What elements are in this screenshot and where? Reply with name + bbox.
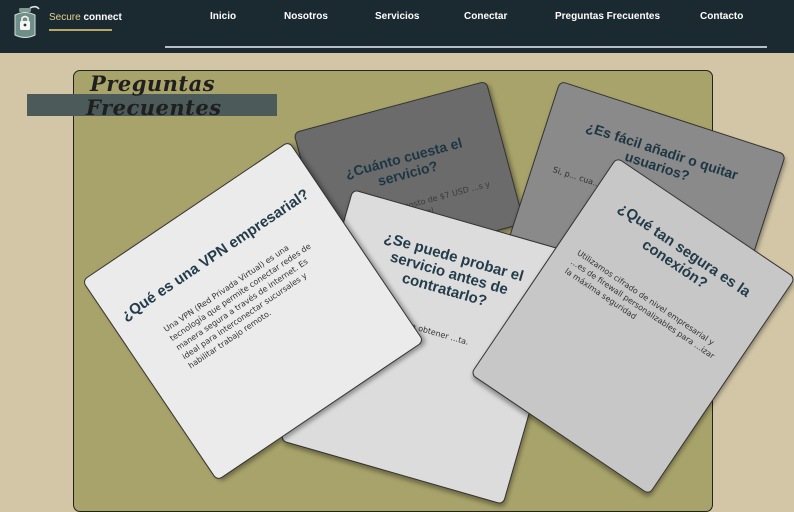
nav-link-contacto[interactable]: Contacto [700, 11, 743, 22]
brand-name-main: connect [83, 12, 122, 23]
nav-link-conectar[interactable]: Conectar [464, 11, 507, 22]
page-title: Preguntas Frecuentes [86, 72, 222, 120]
lock-jar-icon[interactable] [10, 4, 40, 40]
page-title-line1: Preguntas [90, 71, 216, 96]
nav-link-nosotros[interactable]: Nosotros [284, 11, 328, 22]
top-navbar: Secure connect Inicio Nosotros Servicios… [0, 0, 794, 53]
nav-link-servicios[interactable]: Servicios [375, 11, 419, 22]
page-title-line2: Frecuentes [86, 95, 222, 120]
brand-name-accent: Secure [49, 12, 81, 23]
nav-link-inicio[interactable]: Inicio [210, 11, 236, 22]
faq-answer: Una VPN (Red Privada Virtual) es una tec… [162, 241, 313, 371]
nav-link-preguntas-frecuentes[interactable]: Preguntas Frecuentes [555, 11, 660, 22]
nav-divider [165, 46, 767, 48]
brand-logo-text[interactable]: Secure connect [49, 12, 122, 23]
brand-underline [49, 29, 112, 31]
